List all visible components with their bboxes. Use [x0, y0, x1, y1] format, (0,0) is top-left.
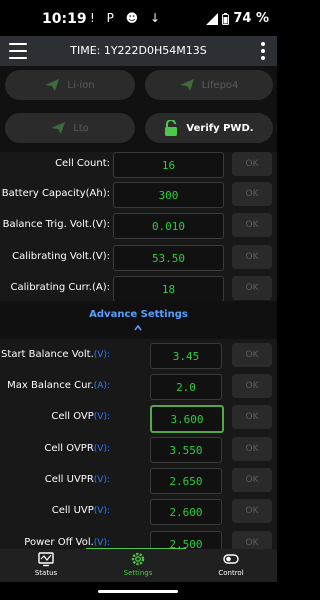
setting-row-cell-ovp: Cell OVP(V): 3.600 OK: [0, 405, 277, 433]
send-icon: [51, 122, 66, 134]
lto-button[interactable]: Lto: [5, 113, 135, 143]
setting-label: Calibrating Curr.(A):: [10, 282, 110, 293]
setting-label: Balance Trig. Volt.(V):: [2, 219, 110, 230]
send-icon: [45, 79, 60, 91]
cell-uvpr-input[interactable]: 2.650: [150, 468, 222, 494]
signal-icon: [206, 12, 219, 25]
calibrating-curr-input[interactable]: 18: [113, 276, 224, 302]
battery-capacity-input[interactable]: 300: [113, 182, 224, 208]
lifepo4-button[interactable]: Lifepo4: [145, 70, 273, 100]
setting-row-power-off-vol: Power Off Vol.(V): 2.500 OK: [0, 531, 277, 549]
ok-button[interactable]: OK: [232, 405, 272, 429]
app-title: TIME: 1Y222D0H54M13S: [70, 44, 207, 57]
battery-percent: 74 %: [233, 11, 269, 26]
setting-row-cell-ovpr: Cell OVPR(V): 3.550 OK: [0, 437, 277, 463]
ok-button[interactable]: OK: [232, 531, 272, 549]
verify-password-button[interactable]: Verify PWD.: [145, 113, 273, 143]
bottom-tab-bar: Status Settings Control: [0, 549, 277, 582]
tab-control[interactable]: Control: [191, 551, 271, 577]
status-right: 74 %: [206, 11, 269, 26]
power-off-vol-input[interactable]: 2.500: [150, 531, 222, 549]
max-balance-cur-input[interactable]: 2.0: [150, 374, 222, 400]
tab-settings[interactable]: Settings: [98, 551, 178, 577]
setting-row-max-balance-cur: Max Balance Cur.(A): 2.0 OK: [0, 374, 277, 400]
setting-row-start-balance-volt: Start Balance Volt.(V): 3.45 OK: [0, 343, 277, 369]
ok-button[interactable]: OK: [232, 276, 272, 300]
battery-icon: [222, 12, 230, 25]
setting-row-calibrating-volt: Calibrating Volt.(V): 53.50 OK: [0, 245, 277, 271]
ok-button[interactable]: OK: [232, 374, 272, 398]
setting-label: Cell Count:: [55, 158, 110, 169]
unlock-icon: [165, 120, 178, 136]
setting-label: Power Off Vol.(V):: [24, 537, 110, 548]
setting-row-cell-count: Cell Count: 16 OK: [0, 152, 277, 178]
setting-row-cell-uvp: Cell UVP(V): 2.600 OK: [0, 499, 277, 525]
ok-button[interactable]: OK: [232, 245, 272, 269]
setting-label: Max Balance Cur.(A):: [7, 380, 110, 391]
balance-trig-volt-input[interactable]: 0.010: [113, 213, 224, 239]
app-bar: TIME: 1Y222D0H54M13S: [0, 36, 277, 66]
chemistry-panel: Li-ion Lifepo4 Lto Verify PWD.: [0, 66, 277, 152]
cell-ovp-input[interactable]: 3.600: [150, 405, 224, 433]
setting-label: Cell UVP(V):: [51, 505, 110, 516]
setting-row-battery-capacity: Battery Capacity(Ah): 300 OK: [0, 182, 277, 208]
cell-ovpr-input[interactable]: 3.550: [150, 437, 222, 463]
tab-status-label: Status: [34, 569, 58, 577]
calibrating-volt-input[interactable]: 53.50: [113, 245, 224, 271]
setting-label: Cell OVPR(V):: [44, 443, 110, 454]
toggle-icon: [223, 554, 239, 564]
setting-label: Battery Capacity(Ah):: [1, 188, 110, 199]
setting-row-cell-uvpr: Cell UVPR(V): 2.650 OK: [0, 468, 277, 494]
setting-label: Start Balance Volt.(V):: [1, 349, 110, 360]
notification-icons: ! P ☻ ↓: [90, 11, 165, 25]
setting-label: Cell OVP(V):: [51, 411, 110, 422]
status-bar: 10:19 ! P ☻ ↓ 74 %: [0, 0, 277, 36]
advance-settings-title: Advance Settings: [89, 309, 188, 320]
system-nav-bar: [0, 582, 277, 600]
setting-row-balance-trig-volt: Balance Trig. Volt.(V): 0.010 OK: [0, 213, 277, 239]
start-balance-volt-input[interactable]: 3.45: [150, 343, 222, 369]
status-icon: [38, 552, 54, 567]
more-options-icon[interactable]: [261, 42, 265, 63]
setting-row-calibrating-curr: Calibrating Curr.(A): 18 OK: [0, 276, 277, 302]
tab-status[interactable]: Status: [6, 551, 86, 577]
setting-label: Cell UVPR(V):: [44, 474, 110, 485]
cell-count-input[interactable]: 16: [113, 152, 224, 178]
home-handle[interactable]: [98, 590, 178, 593]
ok-button[interactable]: OK: [232, 499, 272, 523]
ok-button[interactable]: OK: [232, 343, 272, 367]
tab-control-label: Control: [218, 569, 244, 577]
ok-button[interactable]: OK: [232, 152, 272, 176]
ok-button[interactable]: OK: [232, 182, 272, 206]
cell-uvp-input[interactable]: 2.600: [150, 499, 222, 525]
chevron-up-icon: [134, 325, 142, 331]
ok-button[interactable]: OK: [232, 213, 272, 237]
ok-button[interactable]: OK: [232, 468, 272, 492]
setting-label: Calibrating Volt.(V):: [12, 251, 110, 262]
advance-settings-toggle[interactable]: Advance Settings: [0, 301, 277, 339]
status-time: 10:19: [42, 11, 87, 27]
tab-settings-label: Settings: [123, 569, 153, 577]
ok-button[interactable]: OK: [232, 437, 272, 461]
lto-label: Lto: [73, 122, 89, 134]
send-icon: [179, 79, 194, 91]
verify-password-label: Verify PWD.: [186, 122, 254, 134]
settings-form: Cell Count: 16 OK Battery Capacity(Ah): …: [0, 152, 277, 549]
li-ion-label: Li-ion: [67, 79, 95, 91]
lifepo4-label: Lifepo4: [201, 79, 239, 91]
gear-icon: [131, 552, 145, 566]
li-ion-button[interactable]: Li-ion: [5, 70, 135, 100]
